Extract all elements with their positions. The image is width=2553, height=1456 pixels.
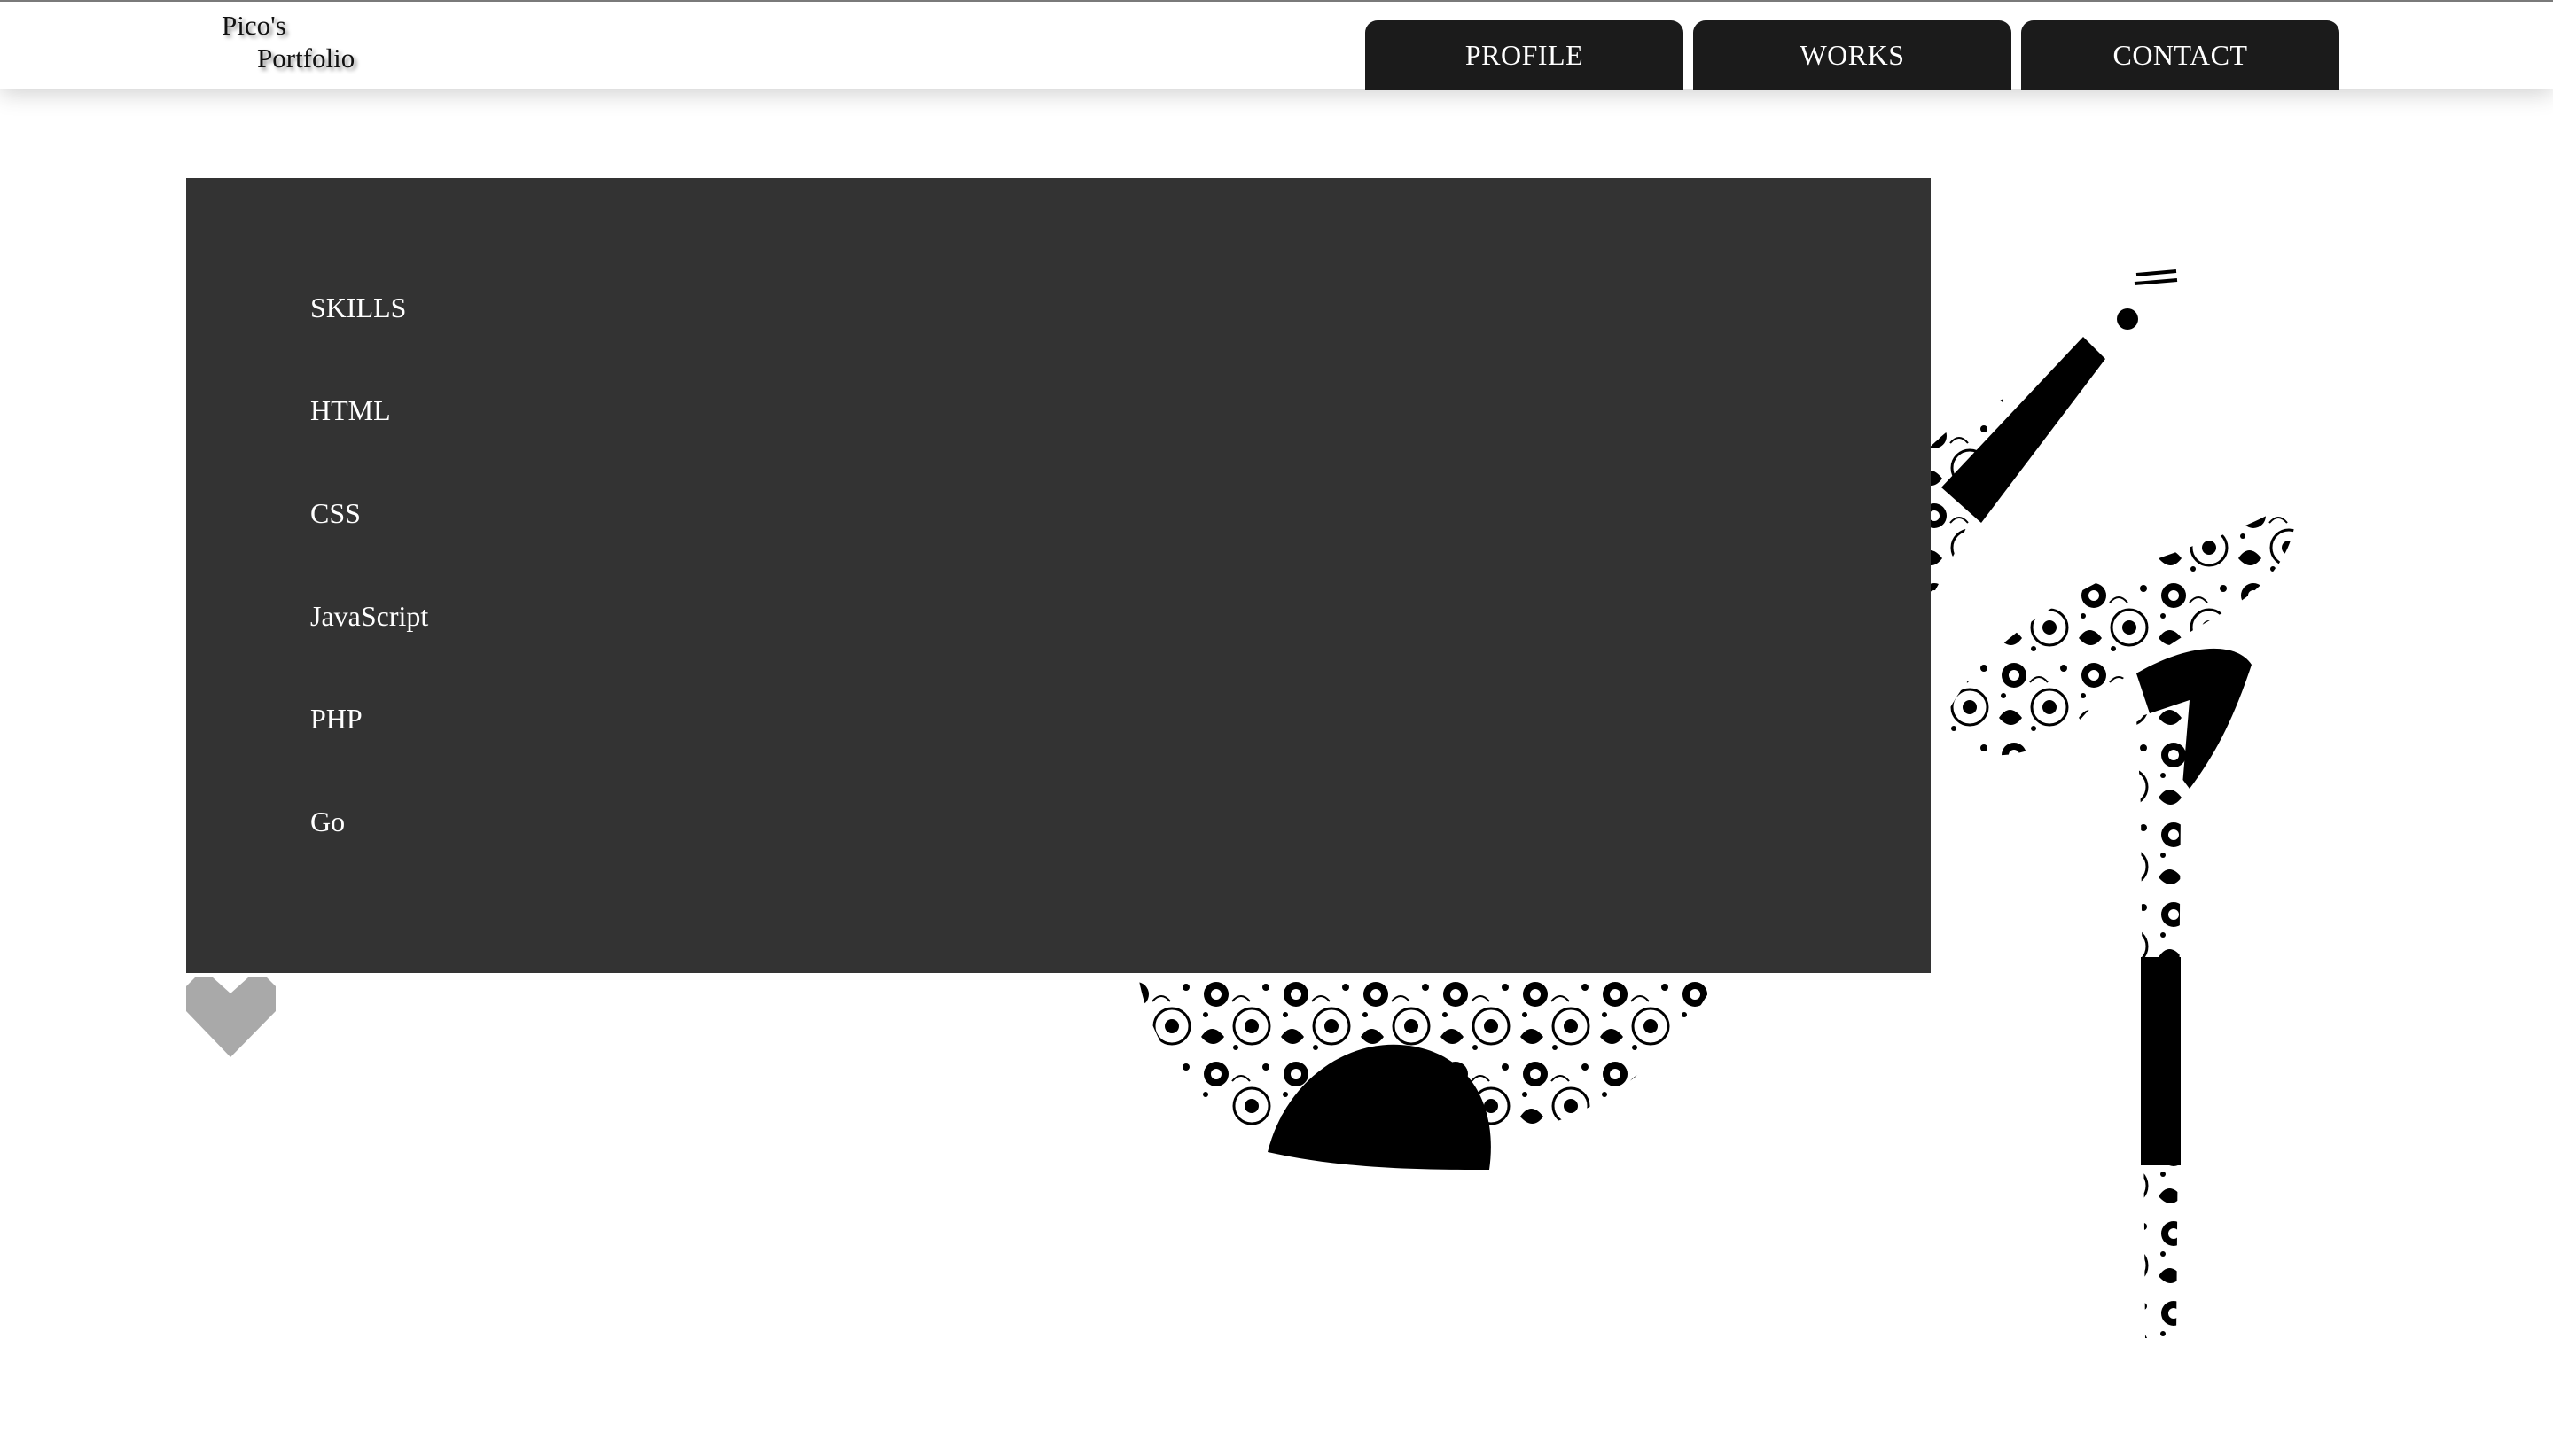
logo-line-2: Portfolio bbox=[257, 43, 355, 74]
nav-profile-button[interactable]: PROFILE bbox=[1365, 20, 1683, 90]
skills-list: SKILLS HTML CSS JavaScript PHP Go bbox=[310, 289, 428, 906]
skills-heading: SKILLS bbox=[310, 292, 407, 323]
nav-works-button[interactable]: WORKS bbox=[1693, 20, 2011, 90]
nav-contact-button[interactable]: CONTACT bbox=[2021, 20, 2339, 90]
main-nav: PROFILE WORKS CONTACT bbox=[1365, 20, 2339, 90]
skill-item-javascript: JavaScript bbox=[310, 600, 429, 632]
logo-line-1: Pico's bbox=[222, 10, 286, 41]
skill-item-go: Go bbox=[310, 806, 346, 837]
heart-icon[interactable] bbox=[186, 977, 276, 1057]
skill-item-css: CSS bbox=[310, 497, 361, 529]
skills-panel: SKILLS HTML CSS JavaScript PHP Go bbox=[186, 178, 1931, 973]
skill-item-html: HTML bbox=[310, 394, 391, 426]
site-logo[interactable]: Pico's Portfolio bbox=[222, 9, 355, 74]
skill-item-php: PHP bbox=[310, 703, 363, 735]
site-header: Pico's Portfolio PROFILE WORKS CONTACT bbox=[0, 0, 2553, 90]
